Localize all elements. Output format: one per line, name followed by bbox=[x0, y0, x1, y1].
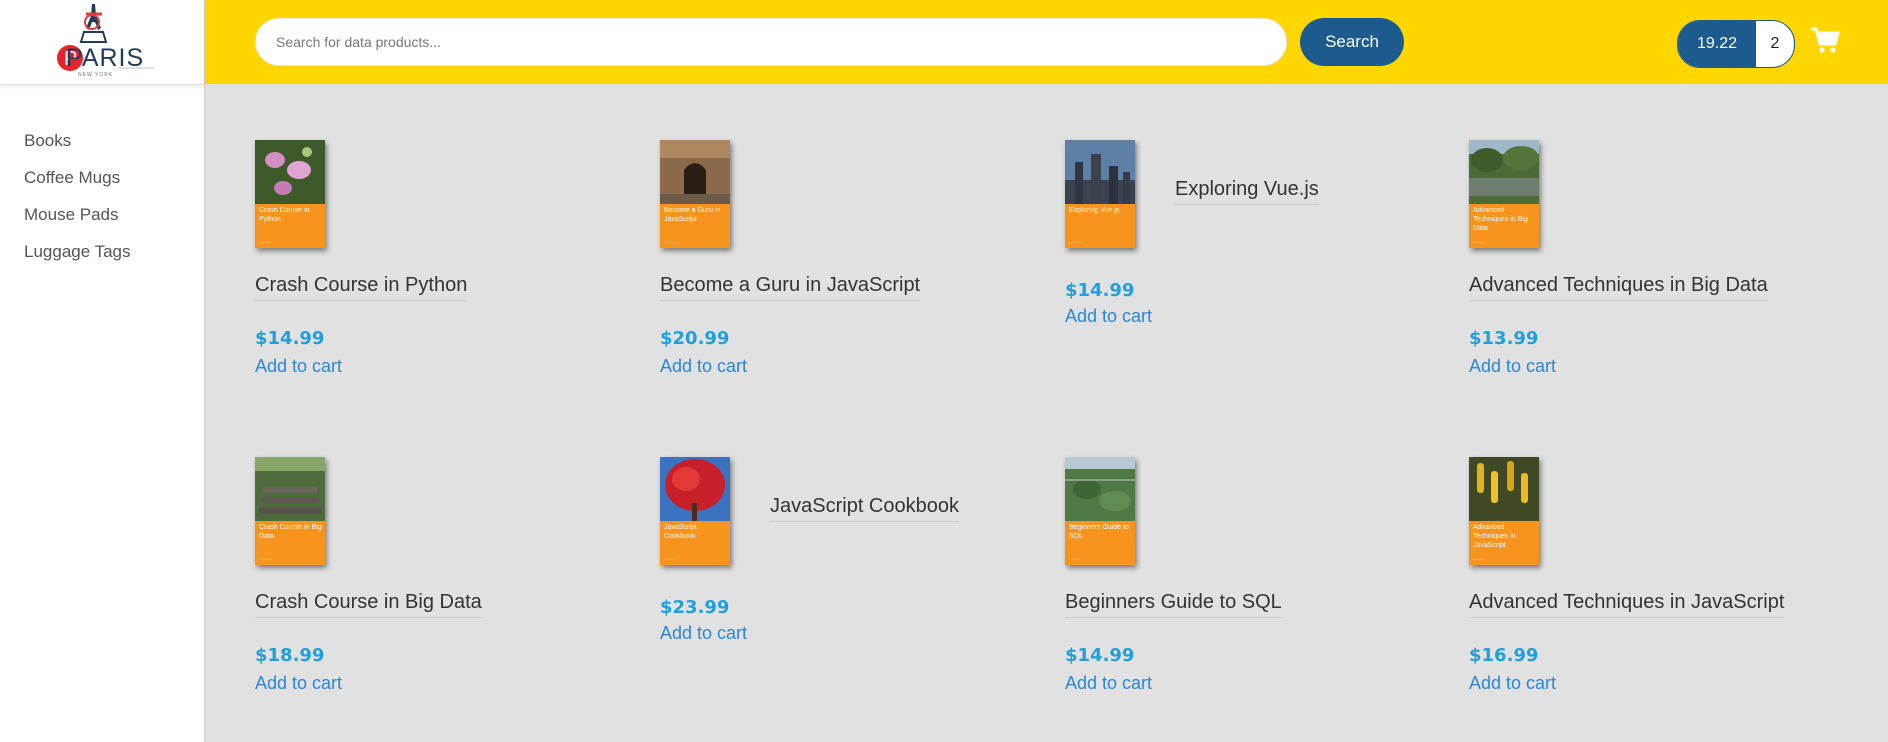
book-cover[interactable]: Advanced Techniques in Big Data ———— bbox=[1469, 140, 1539, 248]
red-maple-tree-image bbox=[660, 457, 730, 521]
cover-footer: ———— bbox=[664, 240, 676, 244]
logo-tagline: NEW YORK bbox=[78, 72, 114, 78]
cover-title: JavaScript Cookbook bbox=[664, 524, 697, 540]
product-card: Advanced Techniques in JavaScript ———— A… bbox=[1419, 401, 1799, 701]
product-title[interactable]: Become a Guru in JavaScript bbox=[660, 274, 921, 301]
book-cover[interactable]: JavaScript Cookbook ———— bbox=[660, 457, 730, 565]
pink-orchid-flowers-image bbox=[255, 140, 325, 204]
product-card: Exploring Vue.js ———— Exploring Vue.js $… bbox=[1015, 84, 1395, 384]
add-to-cart-link[interactable]: Add to cart bbox=[660, 623, 747, 644]
add-to-cart-link[interactable]: Add to cart bbox=[1469, 356, 1556, 377]
product-grid: Crash Course in Python ———— Crash Course… bbox=[205, 84, 1888, 742]
cart-count: 2 bbox=[1770, 35, 1780, 52]
sidebar-item-luggage-tags[interactable]: Luggage Tags bbox=[24, 241, 131, 278]
add-to-cart-link[interactable]: Add to cart bbox=[1469, 673, 1556, 694]
book-cover[interactable]: Advanced Techniques in JavaScript ———— bbox=[1469, 457, 1539, 565]
cover-footer: ———— bbox=[1069, 240, 1081, 244]
cover-title: Crash Course in Big Data bbox=[259, 524, 322, 540]
yellow-tubular-flowers-image bbox=[1469, 457, 1539, 521]
cover-title: Crash Course in Python bbox=[259, 207, 310, 223]
add-to-cart-link[interactable]: Add to cart bbox=[255, 356, 342, 377]
add-to-cart-link[interactable]: Add to cart bbox=[255, 673, 342, 694]
product-title[interactable]: JavaScript Cookbook bbox=[770, 495, 959, 522]
product-title[interactable]: Advanced Techniques in Big Data bbox=[1469, 274, 1768, 301]
cover-footer: ———— bbox=[259, 240, 271, 244]
stone-archway-door-image bbox=[660, 140, 730, 204]
stone-steps-forest-image bbox=[255, 457, 325, 521]
book-cover[interactable]: Exploring Vue.js ———— bbox=[1065, 140, 1135, 248]
sidebar-item-coffee-mugs[interactable]: Coffee Mugs bbox=[24, 167, 131, 204]
add-to-cart-link[interactable]: Add to cart bbox=[1065, 306, 1152, 327]
cover-footer: ———— bbox=[1069, 557, 1081, 561]
sidebar-item-mouse-pads[interactable]: Mouse Pads bbox=[24, 204, 131, 241]
product-title[interactable]: Advanced Techniques in JavaScript bbox=[1469, 591, 1785, 618]
product-price: $20.99 bbox=[660, 328, 730, 349]
product-price: $14.99 bbox=[1065, 280, 1135, 301]
add-to-cart-link[interactable]: Add to cart bbox=[1065, 673, 1152, 694]
product-title[interactable]: Beginners Guide to SQL bbox=[1065, 591, 1282, 618]
sidebar-item-books[interactable]: Books bbox=[24, 130, 131, 167]
cover-footer: ———— bbox=[664, 557, 676, 561]
cart-summary[interactable]: 19.22 2 bbox=[1677, 20, 1795, 68]
product-card: Crash Course in Big Data ———— Crash Cour… bbox=[205, 401, 585, 701]
logo-brand-text: PARIS bbox=[66, 44, 145, 72]
product-price: $14.99 bbox=[255, 328, 325, 349]
cover-title: Exploring Vue.js bbox=[1069, 207, 1120, 214]
cover-title: Advanced Techniques in JavaScript bbox=[1473, 524, 1516, 549]
product-title[interactable]: Exploring Vue.js bbox=[1175, 178, 1319, 205]
product-card: Become a Guru in JavaScript ———— Become … bbox=[610, 84, 990, 384]
product-title[interactable]: Crash Course in Big Data bbox=[255, 591, 482, 618]
product-price: $23.99 bbox=[660, 597, 730, 618]
aerial-green-park-image bbox=[1065, 457, 1135, 521]
product-price: $14.99 bbox=[1065, 645, 1135, 666]
book-cover[interactable]: Crash Course in Big Data ———— bbox=[255, 457, 325, 565]
product-price: $18.99 bbox=[255, 645, 325, 666]
top-bar: Search 19.22 2 bbox=[205, 0, 1888, 84]
product-price: $16.99 bbox=[1469, 645, 1539, 666]
cover-title: Become a Guru in JavaScript bbox=[664, 207, 721, 223]
book-cover[interactable]: Beginners Guide to SQL ———— bbox=[1065, 457, 1135, 565]
product-price: $13.99 bbox=[1469, 328, 1539, 349]
logo[interactable]: P PARIS NEW YORK bbox=[0, 0, 204, 85]
cover-title: Beginners Guide to SQL bbox=[1069, 524, 1129, 540]
product-card: Crash Course in Python ———— Crash Course… bbox=[205, 84, 585, 384]
cover-footer: ———— bbox=[259, 557, 271, 561]
cart-icon[interactable] bbox=[1810, 26, 1840, 54]
product-card: JavaScript Cookbook ———— JavaScript Cook… bbox=[610, 401, 990, 701]
cart-total: 19.22 bbox=[1678, 21, 1756, 67]
search-button[interactable]: Search bbox=[1300, 18, 1404, 66]
pond-and-trees-image bbox=[1469, 140, 1539, 204]
product-card: Advanced Techniques in Big Data ———— Adv… bbox=[1419, 84, 1799, 384]
cover-title: Advanced Techniques in Big Data bbox=[1473, 207, 1528, 232]
add-to-cart-link[interactable]: Add to cart bbox=[660, 356, 747, 377]
book-cover[interactable]: Become a Guru in JavaScript ———— bbox=[660, 140, 730, 248]
cover-footer: ———— bbox=[1473, 557, 1485, 561]
search-input[interactable] bbox=[255, 18, 1287, 66]
product-title[interactable]: Crash Course in Python bbox=[255, 274, 468, 301]
sidebar: P PARIS NEW YORK Books Coffee Mugs Mouse… bbox=[0, 0, 205, 742]
cover-footer: ———— bbox=[1473, 240, 1485, 244]
book-cover[interactable]: Crash Course in Python ———— bbox=[255, 140, 325, 248]
city-skyline-dusk-image bbox=[1065, 140, 1135, 204]
product-card: Beginners Guide to SQL ———— Beginners Gu… bbox=[1015, 401, 1395, 701]
category-nav: Books Coffee Mugs Mouse Pads Luggage Tag… bbox=[24, 130, 131, 278]
